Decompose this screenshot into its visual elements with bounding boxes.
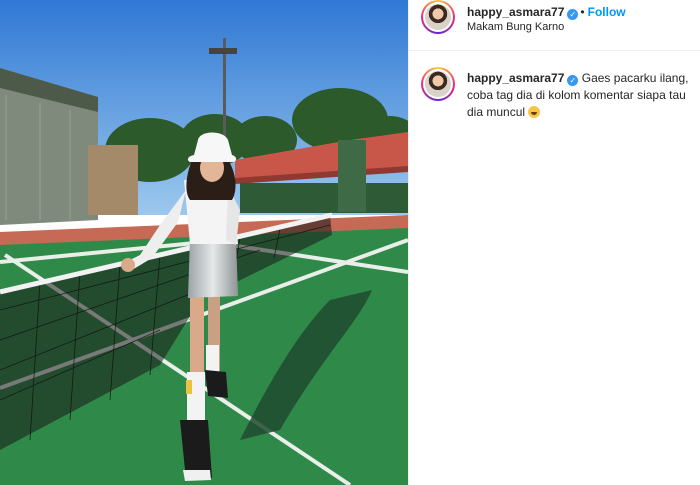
follow-button[interactable]: Follow [588, 5, 626, 19]
post-photo-illustration [0, 0, 408, 485]
post-photo[interactable] [0, 0, 408, 485]
avatar-ring [423, 2, 453, 32]
caption-username[interactable]: happy_asmara77 [467, 71, 564, 85]
post-header: happy_asmara77 ✓ • Follow Makam Bung Karno [409, 0, 700, 51]
avatar-ring [423, 69, 453, 99]
header-author-line: happy_asmara77 ✓ • Follow [467, 3, 626, 21]
location-link[interactable]: Makam Bung Karno [467, 21, 564, 33]
caption-text-block: happy_asmara77 ✓ Gaes pacarku ilang, coba… [467, 70, 692, 121]
post-side-panel: happy_asmara77 ✓ • Follow Makam Bung Karno … [408, 0, 700, 485]
author-avatar[interactable] [421, 0, 455, 34]
loudly-crying-face-icon [528, 106, 541, 118]
avatar-image [425, 71, 451, 97]
avatar-image [425, 4, 451, 30]
verified-badge-icon: ✓ [567, 9, 579, 20]
verified-badge-icon: ✓ [567, 75, 579, 86]
separator-dot: • [580, 5, 585, 19]
caption-author-avatar[interactable] [421, 67, 455, 101]
header-username[interactable]: happy_asmara77 [467, 5, 564, 19]
